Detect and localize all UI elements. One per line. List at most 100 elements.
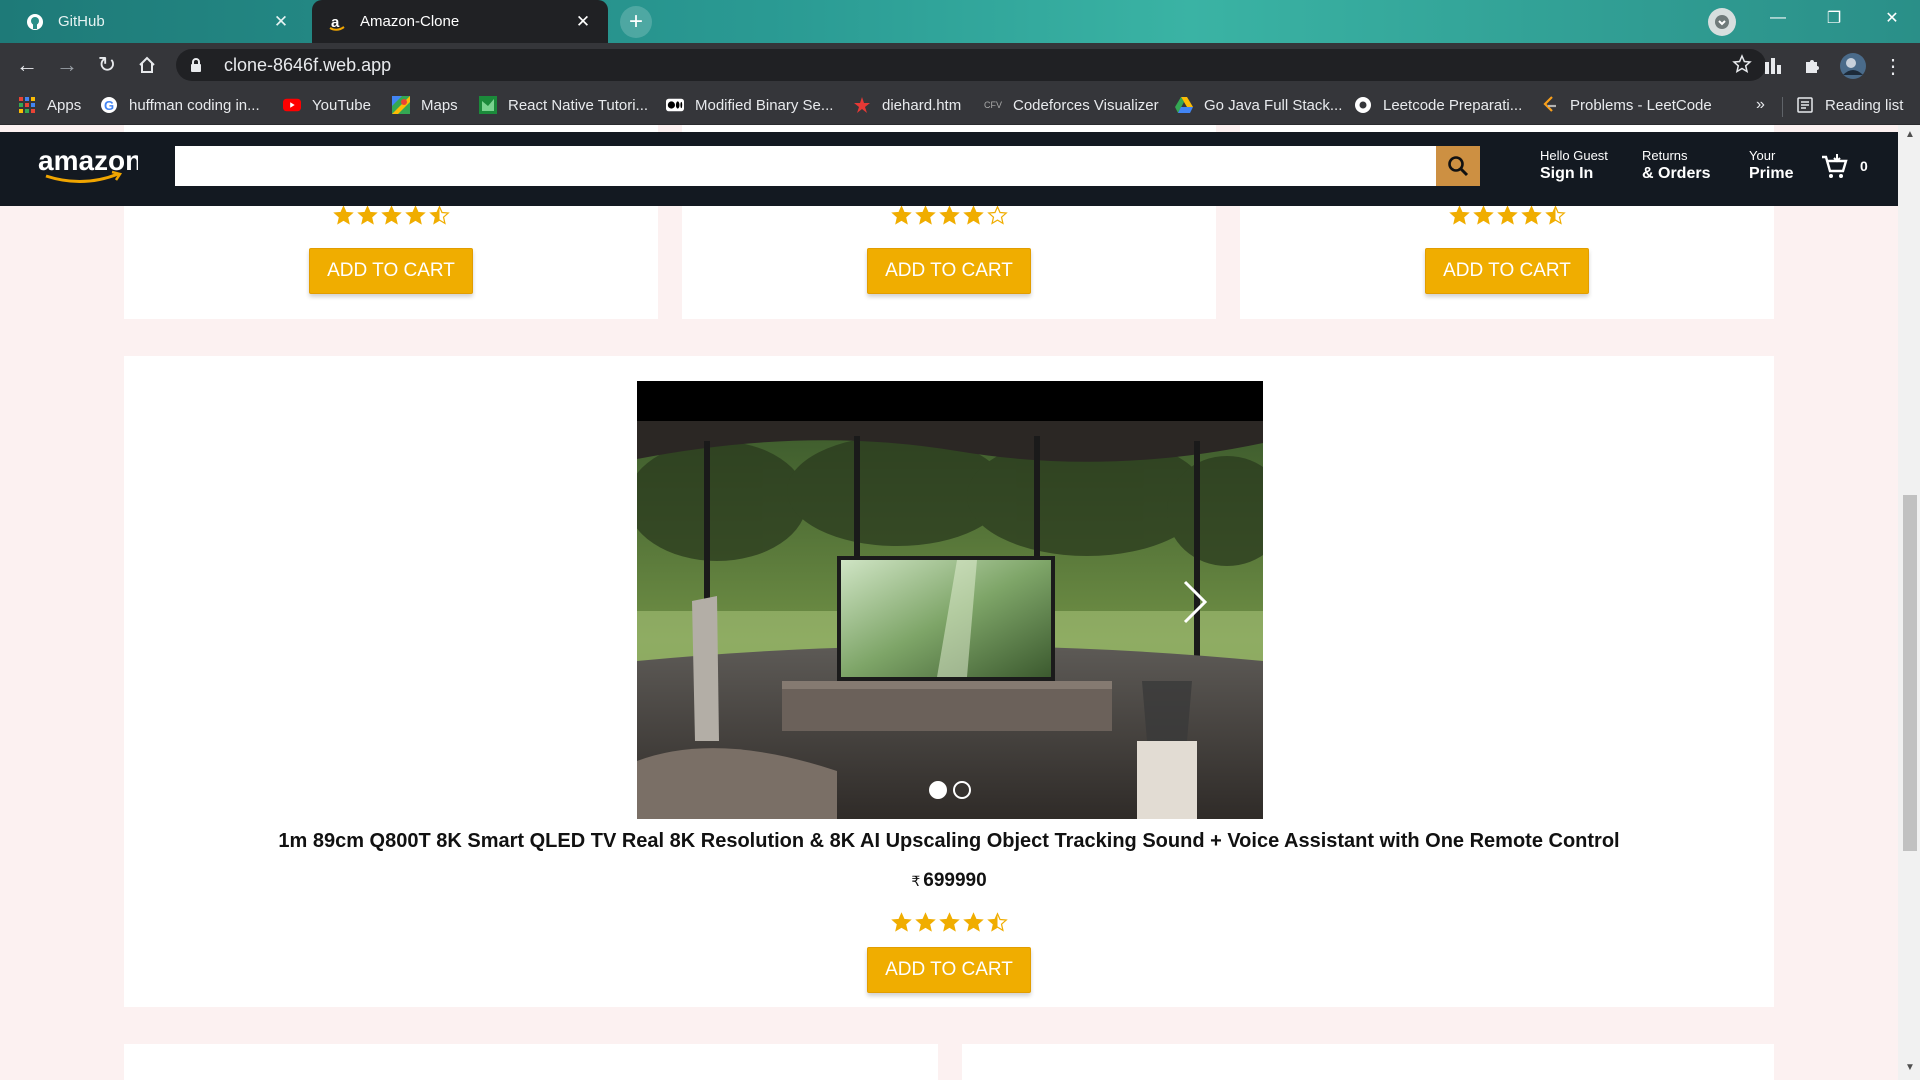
product-image-carousel[interactable] (637, 381, 1263, 819)
new-tab-button[interactable]: + (620, 6, 652, 38)
media-controls-icon[interactable] (1760, 53, 1786, 79)
star-full-icon (962, 205, 984, 225)
bookmark-apps[interactable]: Apps (18, 96, 81, 114)
tab-search-icon[interactable] (1708, 8, 1736, 36)
carousel-dots (637, 781, 1263, 799)
chrome-menu-icon[interactable]: ⋮ (1880, 53, 1906, 79)
carousel-dot[interactable] (953, 781, 971, 799)
bookmark-diehard[interactable]: diehard.htm (853, 96, 961, 114)
back-icon[interactable]: ← (12, 50, 42, 80)
star-full-icon (890, 912, 912, 932)
header-option-line2: Sign In (1540, 165, 1594, 183)
basket-button[interactable]: 0 (1820, 152, 1868, 180)
tv-living-room-image (637, 381, 1263, 819)
add-to-cart-button[interactable]: ADD TO CART (309, 248, 473, 294)
reading-list-button[interactable]: Reading list (1796, 96, 1903, 114)
maps-icon (392, 96, 410, 114)
extensions-puzzle-icon[interactable] (1799, 53, 1825, 79)
add-to-cart-button[interactable]: ADD TO CART (1425, 248, 1589, 294)
price-value: 699990 (923, 870, 987, 891)
product-title: 1m 89cm Q800T 8K Smart QLED TV Real 8K R… (278, 830, 1620, 852)
bookmark-problems-leetcode[interactable]: Problems - LeetCode (1541, 96, 1712, 114)
rating-stars (682, 205, 1216, 226)
tab-title: GitHub (58, 13, 105, 30)
search-icon (1448, 156, 1469, 177)
star-half-icon (1544, 205, 1566, 225)
youtube-icon (283, 96, 301, 114)
apps-grid-icon (18, 96, 36, 114)
rating-stars (124, 912, 1774, 933)
bookmark-react-native[interactable]: React Native Tutori... (479, 96, 648, 114)
header-option-line1: Your (1749, 148, 1776, 163)
browser-tab-strip: GitHub ✕ a Amazon-Clone ✕ + — ❐ ✕ (0, 0, 1920, 43)
url-text: clone-8646f.web.app (224, 54, 392, 75)
home-icon[interactable] (132, 50, 162, 80)
star-half-icon (986, 912, 1008, 932)
search-input[interactable] (175, 146, 1436, 186)
bookmark-huffman[interactable]: G huffman coding in... (100, 96, 260, 114)
bookmark-label: Problems - LeetCode (1570, 96, 1712, 114)
close-icon[interactable]: ✕ (574, 12, 592, 32)
star-full-icon (938, 912, 960, 932)
scroll-down-arrow-icon[interactable]: ▼ (1903, 1062, 1917, 1076)
header-search (175, 146, 1480, 186)
bookmark-go-java[interactable]: Go Java Full Stack... (1175, 96, 1342, 114)
forward-icon[interactable]: → (52, 50, 82, 80)
star-full-icon (332, 205, 354, 225)
sign-in-option[interactable]: Hello Guest Sign In (1540, 148, 1608, 184)
minimize-window-button[interactable]: — (1750, 0, 1806, 36)
rating-stars (1240, 205, 1774, 226)
profile-avatar[interactable] (1840, 53, 1866, 79)
chrome-icon (1354, 96, 1372, 114)
url-field[interactable]: clone-8646f.web.app (176, 49, 1766, 81)
bookmark-label: YouTube (312, 96, 371, 114)
amazon-header: amazon Hello Guest Sign In Returns & Ord… (0, 132, 1898, 206)
product-price: ₹ 699990 (124, 870, 1774, 892)
page-viewport: amazon Hello Guest Sign In Returns & Ord… (0, 125, 1898, 1080)
add-to-cart-button[interactable]: ADD TO CART (867, 248, 1031, 294)
bookmark-label: Leetcode Preparati... (1383, 96, 1523, 114)
scroll-up-arrow-icon[interactable]: ▲ (1903, 129, 1917, 143)
reload-icon[interactable]: ↻ (92, 50, 122, 80)
star-full-icon (914, 912, 936, 932)
basket-count: 0 (1860, 158, 1868, 174)
bookmark-label: Codeforces Visualizer (1013, 96, 1159, 114)
bookmark-leetcode-prep[interactable]: Leetcode Preparati... (1354, 96, 1522, 114)
bookmark-binary-search[interactable]: Modified Binary Se... (666, 96, 833, 114)
bookmark-label: Maps (421, 96, 458, 114)
bookmarks-overflow-button[interactable]: » (1756, 96, 1765, 114)
bookmark-youtube[interactable]: YouTube (283, 96, 371, 114)
scrollbar-thumb[interactable] (1903, 495, 1917, 851)
header-option-line2: & Orders (1642, 165, 1711, 183)
star-full-icon (938, 205, 960, 225)
bookmark-star-icon[interactable] (1732, 54, 1752, 79)
star-full-icon (914, 205, 936, 225)
tab-title: Amazon-Clone (360, 13, 460, 30)
restore-window-button[interactable]: ❐ (1806, 0, 1862, 36)
star-full-icon (1448, 205, 1470, 225)
amazon-logo[interactable]: amazon (38, 145, 142, 186)
amazon-favicon-icon: a (328, 13, 346, 31)
add-to-cart-button[interactable]: ADD TO CART (867, 947, 1031, 993)
lock-icon[interactable] (190, 58, 216, 72)
tab-github[interactable]: GitHub ✕ (10, 0, 306, 43)
close-window-button[interactable]: ✕ (1864, 0, 1920, 36)
shopping-cart-icon (1822, 154, 1848, 178)
star-empty-icon (986, 205, 1008, 225)
carousel-next-arrow-icon[interactable] (1182, 579, 1208, 630)
search-button[interactable] (1436, 146, 1480, 186)
page-scrollbar[interactable]: ▲ ▼ (1898, 125, 1920, 1080)
bookmark-codeforces[interactable]: CFV Codeforces Visualizer (984, 96, 1159, 114)
star-full-icon (404, 205, 426, 225)
star-full-icon (1472, 205, 1494, 225)
github-icon (26, 13, 44, 31)
bookmark-label: Apps (47, 96, 82, 114)
google-icon: G (100, 96, 118, 114)
header-option-line2: Prime (1749, 165, 1794, 183)
close-icon[interactable]: ✕ (272, 12, 290, 32)
prime-option[interactable]: Your Prime (1749, 148, 1793, 184)
carousel-dot[interactable] (929, 781, 947, 799)
bookmark-maps[interactable]: Maps (392, 96, 458, 114)
tab-amazon-clone[interactable]: a Amazon-Clone ✕ (312, 0, 608, 43)
returns-orders-option[interactable]: Returns & Orders (1642, 148, 1710, 184)
